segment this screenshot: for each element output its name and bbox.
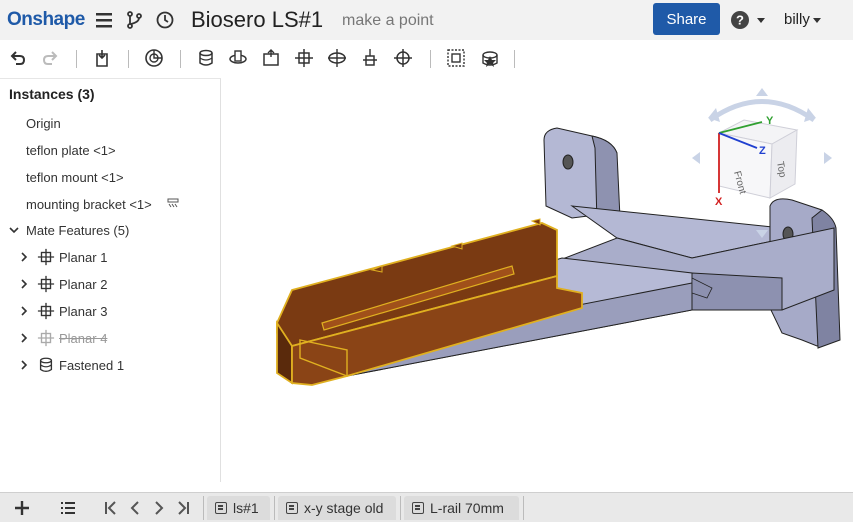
instance-item-teflon-plate[interactable]: teflon plate <1> xyxy=(26,143,116,158)
fixed-icon xyxy=(167,198,179,208)
insert-part-icon[interactable] xyxy=(92,48,112,68)
hamburger-menu-icon[interactable] xyxy=(94,9,116,31)
mate-features-header: Mate Features (5) xyxy=(26,223,130,238)
ball-mate-icon[interactable] xyxy=(393,48,413,68)
assembly-model-view[interactable]: Front Top X Y Z xyxy=(222,78,853,492)
z-axis-label: Z xyxy=(759,145,766,157)
assembly-tab-icon xyxy=(215,502,227,514)
graphics-viewport[interactable]: Front Top X Y Z xyxy=(222,78,853,492)
tab-bar: ls#1 x-y stage old L-rail 70mm xyxy=(0,492,853,522)
cylindrical-mate-icon[interactable] xyxy=(327,48,347,68)
tab-separator xyxy=(523,496,524,520)
chevron-right-icon[interactable] xyxy=(19,279,29,289)
history-clock-icon[interactable] xyxy=(154,9,176,31)
mate-feature-label: Fastened 1 xyxy=(59,358,125,373)
share-button[interactable]: Share xyxy=(653,3,720,35)
svg-text:?: ? xyxy=(736,13,744,28)
instance-item-mounting-bracket[interactable]: mounting bracket <1> xyxy=(26,197,152,212)
user-menu[interactable]: billy xyxy=(784,11,821,28)
versions-branch-icon[interactable] xyxy=(124,9,146,31)
onshape-app: Onshape Biosero LS#1 make a point Share … xyxy=(0,0,853,522)
tab-ls1[interactable]: ls#1 xyxy=(207,496,270,520)
tab-l-rail-70mm[interactable]: L-rail 70mm xyxy=(404,496,519,520)
mate-feature-planar-3[interactable]: Planar 3 xyxy=(0,300,220,322)
planar-mate-icon xyxy=(37,302,55,320)
assembly-tab-icon xyxy=(412,502,424,514)
toolbar-separator xyxy=(128,50,129,68)
planar-mate-suppressed-icon xyxy=(37,329,55,347)
previous-tab-icon[interactable] xyxy=(126,499,144,517)
help-menu[interactable]: ? xyxy=(730,10,766,30)
assembly-tab-icon xyxy=(286,502,298,514)
help-icon: ? xyxy=(731,11,749,29)
instance-list-panel: Instances (3) Origin teflon plate <1> te… xyxy=(0,78,221,482)
mate-feature-label: Planar 2 xyxy=(59,277,108,292)
x-axis-label: X xyxy=(715,196,723,208)
pin-slot-mate-icon[interactable] xyxy=(360,48,380,68)
document-subtitle[interactable]: make a point xyxy=(342,12,434,30)
mate-connector-icon[interactable] xyxy=(144,48,164,68)
add-tab-icon[interactable] xyxy=(13,499,31,517)
instances-header[interactable]: Instances (3) xyxy=(9,86,95,102)
chevron-right-icon[interactable] xyxy=(19,360,29,370)
tab-separator xyxy=(203,496,204,520)
mate-feature-label: Planar 1 xyxy=(59,250,108,265)
tab-separator xyxy=(400,496,401,520)
redo-icon[interactable] xyxy=(40,48,60,68)
mate-feature-label: Planar 4 xyxy=(59,331,108,346)
toolbar-separator xyxy=(180,50,181,68)
toolbar-separator xyxy=(76,50,77,68)
first-tab-icon[interactable] xyxy=(102,499,120,517)
instance-item-origin[interactable]: Origin xyxy=(26,116,61,131)
user-name: billy xyxy=(784,11,810,28)
mate-feature-planar-2[interactable]: Planar 2 xyxy=(0,273,220,295)
last-tab-icon[interactable] xyxy=(174,499,192,517)
instance-item-teflon-mount[interactable]: teflon mount <1> xyxy=(26,170,124,185)
chevron-right-icon[interactable] xyxy=(19,252,29,262)
document-title[interactable]: Biosero LS#1 xyxy=(191,7,323,33)
mate-feature-planar-1[interactable]: Planar 1 xyxy=(0,246,220,268)
tab-label: ls#1 xyxy=(233,500,259,516)
group-icon[interactable] xyxy=(446,48,466,68)
explode-view-icon[interactable] xyxy=(480,48,500,68)
tab-label: x-y stage old xyxy=(304,500,384,516)
mate-features-header-row[interactable]: Mate Features (5) xyxy=(0,219,220,241)
chevron-right-icon[interactable] xyxy=(19,333,29,343)
mate-feature-label: Planar 3 xyxy=(59,304,108,319)
mate-feature-fastened-1[interactable]: Fastened 1 xyxy=(0,354,220,376)
chevron-right-icon[interactable] xyxy=(19,306,29,316)
planar-mate-icon[interactable] xyxy=(294,48,314,68)
tab-label: L-rail 70mm xyxy=(430,500,504,516)
toolbar xyxy=(0,40,853,76)
toolbar-separator xyxy=(514,50,515,68)
fastened-mate-icon[interactable] xyxy=(196,48,216,68)
top-header: Onshape Biosero LS#1 make a point Share … xyxy=(0,0,853,40)
onshape-logo[interactable]: Onshape xyxy=(7,9,85,31)
tab-separator xyxy=(274,496,275,520)
planar-mate-icon xyxy=(37,275,55,293)
chevron-down-icon[interactable] xyxy=(9,225,19,235)
tab-xy-stage-old[interactable]: x-y stage old xyxy=(278,496,396,520)
help-caret-icon xyxy=(757,18,765,23)
tab-list-icon[interactable] xyxy=(59,499,77,517)
y-axis-label: Y xyxy=(766,115,774,127)
fastened-mate-icon xyxy=(39,357,53,372)
toolbar-separator xyxy=(430,50,431,68)
planar-mate-icon xyxy=(37,248,55,266)
slider-mate-icon[interactable] xyxy=(261,48,281,68)
undo-icon[interactable] xyxy=(8,48,28,68)
next-tab-icon[interactable] xyxy=(150,499,168,517)
mate-feature-planar-4[interactable]: Planar 4 xyxy=(0,327,220,349)
user-caret-icon xyxy=(812,17,821,23)
revolute-mate-icon[interactable] xyxy=(228,48,248,68)
